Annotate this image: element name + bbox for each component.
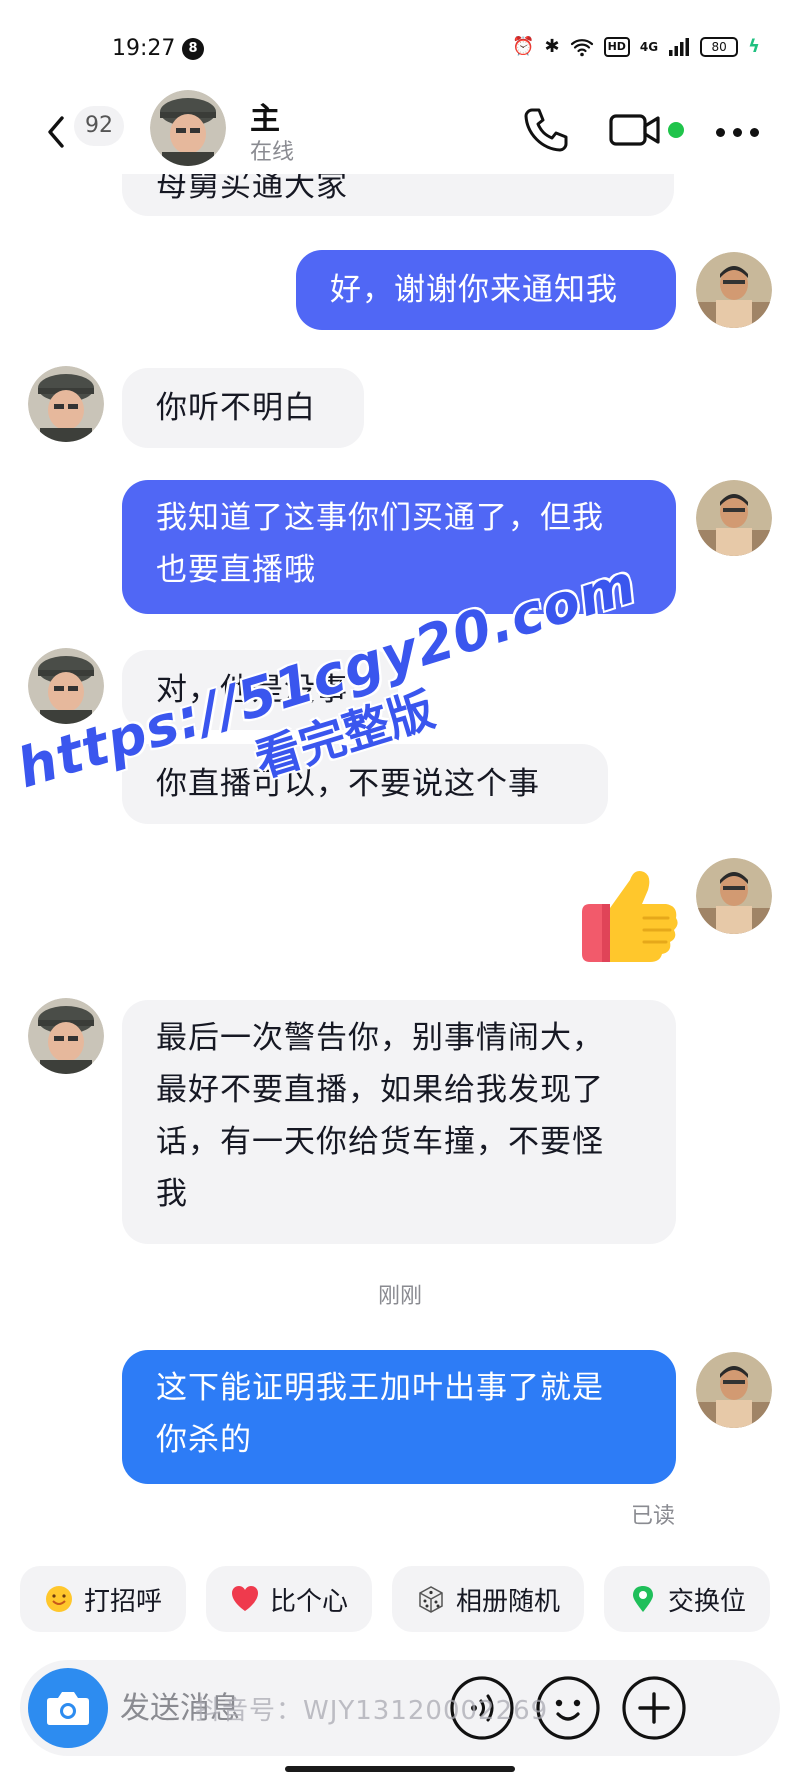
message-text: 你听不明白 <box>156 390 316 426</box>
read-receipt: 已读 <box>630 1504 675 1529</box>
message-text: 对，他是没事 <box>156 672 348 708</box>
message-text: 你直播可以，不要说这个事 <box>156 766 540 802</box>
camera-icon <box>47 1692 89 1725</box>
message-sent: 这下能证明我王加叶出事了就是 你杀的 <box>122 1350 676 1484</box>
message-text-line: 最好不要直播，如果给我发现了 <box>156 1072 604 1108</box>
network-type: 4G <box>639 39 659 54</box>
signal-icon <box>669 37 690 56</box>
wave-emoji-icon <box>46 1586 72 1612</box>
my-avatar[interactable] <box>696 858 772 934</box>
battery-level: 80 <box>700 36 739 57</box>
chip-random-album[interactable]: 相册随机 <box>392 1566 585 1632</box>
message-text-line: 也要直播哦 <box>156 552 316 588</box>
home-indicator[interactable] <box>285 1766 515 1772</box>
online-indicator-dot <box>668 122 684 138</box>
contact-online-status: 在线 <box>250 140 295 165</box>
message-received: 对，他是没事 <box>122 650 398 730</box>
chat-header: 92 主 在线 <box>0 90 800 174</box>
add-plus-icon[interactable] <box>620 1674 688 1742</box>
message-text-line: 话，有一天你给货车撞，不要怪 <box>156 1124 604 1160</box>
my-avatar[interactable] <box>696 480 772 556</box>
chip-heart[interactable]: 比个心 <box>206 1566 373 1632</box>
contact-avatar[interactable] <box>28 998 104 1074</box>
chip-label: 比个心 <box>270 1586 349 1617</box>
message-text-line: 你杀的 <box>156 1422 252 1458</box>
hd-icon: HD <box>603 36 630 57</box>
back-arrow-icon[interactable] <box>38 108 74 156</box>
message-list[interactable]: 母舅买通大家 好，谢谢你来通知我 你听不明白 我知道了这事你们买通了，但我 也要… <box>0 150 800 1540</box>
contact-name: 主 <box>250 102 280 137</box>
status-icons: ⏰ ✱ HD 4G 80 ϟ <box>512 36 760 57</box>
chip-greet[interactable]: 打招呼 <box>20 1566 187 1632</box>
message-timestamp: 刚刚 <box>377 1284 422 1309</box>
dice-icon <box>419 1586 443 1613</box>
chip-label: 相册随机 <box>456 1586 561 1617</box>
message-received: 你直播可以，不要说这个事 <box>122 744 608 824</box>
status-bar: 19:27 8 ⏰ ✱ HD 4G 80 ϟ <box>0 0 800 90</box>
phone-call-icon[interactable] <box>520 104 572 156</box>
status-time: 19:27 <box>112 36 176 61</box>
charging-bolt-icon: ϟ <box>748 36 760 57</box>
bluetooth-icon: ✱ <box>544 36 560 57</box>
my-avatar[interactable] <box>696 252 772 328</box>
alarm-icon: ⏰ <box>512 36 535 57</box>
message-text-line: 最后一次警告你，别事情闹大， <box>156 1020 604 1056</box>
chip-exchange-location[interactable]: 交换位 <box>604 1566 771 1632</box>
quick-reply-chips: 打招呼 比个心 相册随机 交换位 <box>20 1566 800 1632</box>
wifi-icon <box>570 38 593 56</box>
message-sent: 我知道了这事你们买通了，但我 也要直播哦 <box>122 480 676 614</box>
message-received: 你听不明白 <box>122 368 364 448</box>
more-options-icon[interactable] <box>712 112 762 152</box>
message-text-line: 我 <box>156 1176 188 1212</box>
message-received: 最后一次警告你，别事情闹大， 最好不要直播，如果给我发现了 话，有一天你给货车撞… <box>122 1000 676 1244</box>
heart-icon <box>232 1586 259 1611</box>
thumbs-up-sticker <box>582 871 678 962</box>
contact-avatar[interactable] <box>28 648 104 724</box>
message-text: 好，谢谢你来通知我 <box>330 272 618 308</box>
chip-label: 打招呼 <box>84 1586 163 1617</box>
location-pin-icon <box>633 1586 654 1612</box>
camera-button[interactable] <box>28 1668 108 1748</box>
notification-badge: 8 <box>182 38 204 60</box>
message-sent: 好，谢谢你来通知我 <box>296 250 676 330</box>
platform-watermark: 抖音号：WJY13120002269 <box>195 1696 549 1726</box>
message-text-line: 这下能证明我王加叶出事了就是 <box>156 1370 604 1406</box>
contact-avatar[interactable] <box>150 90 226 166</box>
video-call-icon[interactable] <box>608 108 664 152</box>
unread-count-badge[interactable]: 92 <box>74 106 124 146</box>
chip-label: 交换位 <box>668 1586 747 1617</box>
message-text-line: 我知道了这事你们买通了，但我 <box>156 500 604 536</box>
my-avatar[interactable] <box>696 1352 772 1428</box>
contact-avatar[interactable] <box>28 366 104 442</box>
